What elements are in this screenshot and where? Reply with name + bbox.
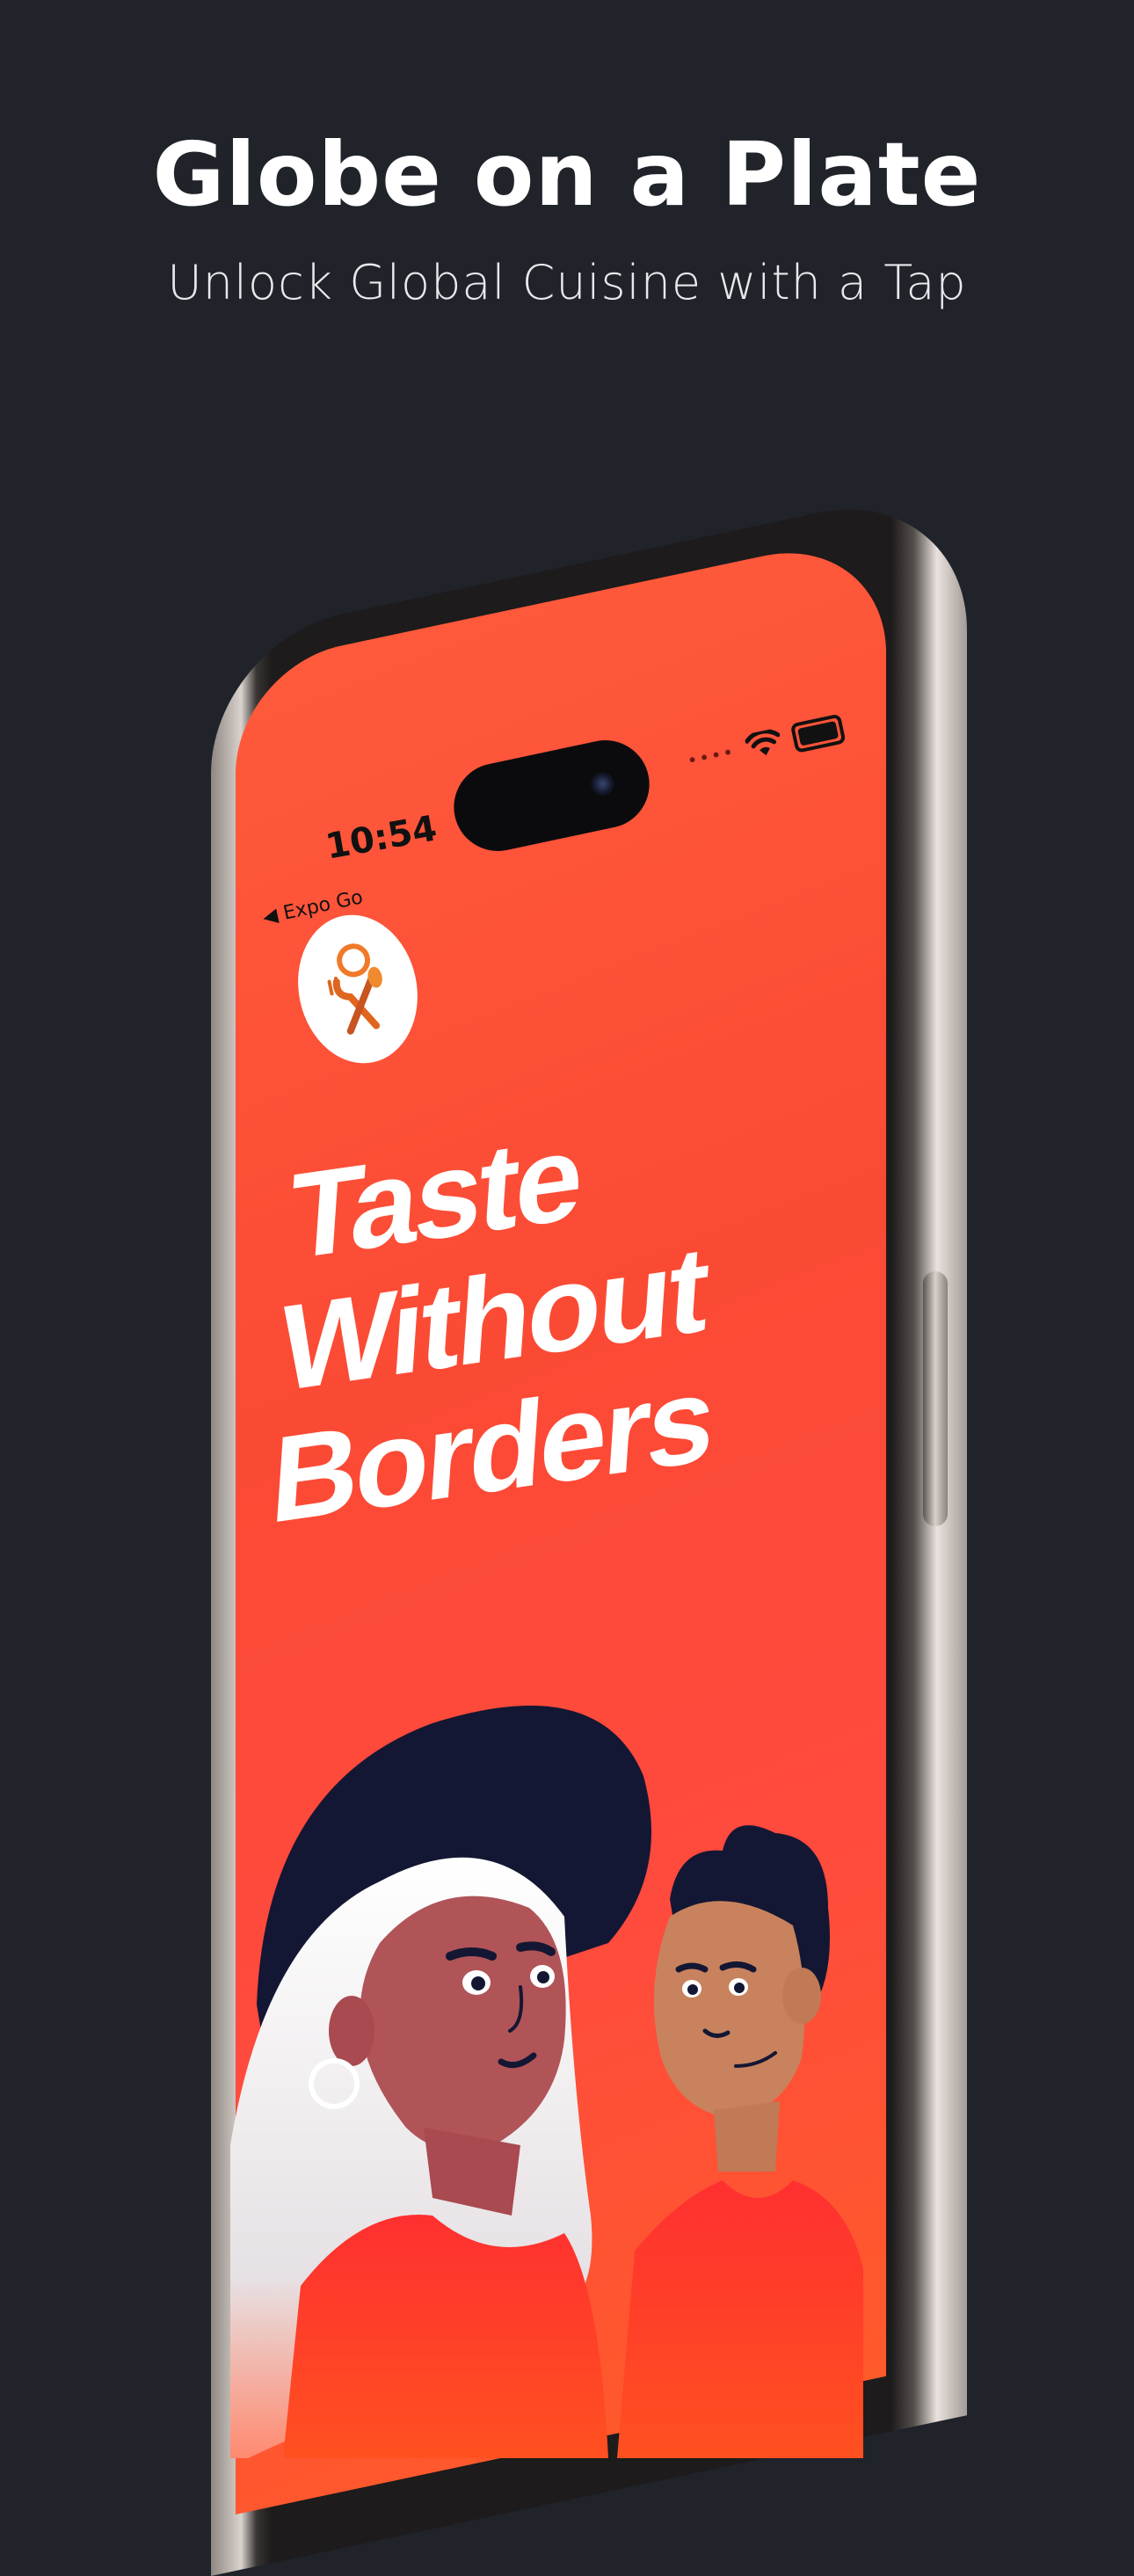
woman-shirt (283, 2215, 608, 2458)
phone-frame (211, 481, 967, 2576)
signal-dots: •••• (685, 740, 738, 772)
man-face (654, 1901, 805, 2119)
man-hair (670, 1825, 830, 2022)
hero-line: Taste (285, 1107, 585, 1286)
people-illustration (230, 1706, 863, 2458)
back-to-expo-go-link[interactable]: ◀ Expo Go (261, 886, 365, 929)
hero-line: Borders (266, 1350, 716, 1550)
app-screen (236, 529, 886, 2515)
woman-face (360, 1896, 566, 2151)
camera-icon (589, 770, 616, 798)
dynamic-island (446, 731, 658, 860)
status-time: 10:54 (322, 808, 440, 868)
marketing-subtitle: Unlock Global Cuisine with a Tap (167, 255, 967, 310)
phone-mockup: 10:54 •••• ◀ Expo Go Taste Without Borde… (0, 0, 1134, 2576)
hero-line: Without (276, 1219, 710, 1418)
marketing-title: Globe on a Plate (152, 123, 982, 226)
woman-hair (230, 1857, 592, 2458)
battery-icon (789, 713, 847, 753)
woman-hat (257, 1706, 651, 2057)
wifi-icon (745, 729, 781, 756)
app-logo (284, 903, 432, 1075)
man-shirt (617, 2180, 863, 2458)
fork-and-spoon-icon (327, 943, 382, 1035)
side-button (923, 1271, 948, 1526)
hero-title: Taste Without Borders (266, 1089, 733, 1550)
status-icons: •••• (684, 713, 847, 776)
